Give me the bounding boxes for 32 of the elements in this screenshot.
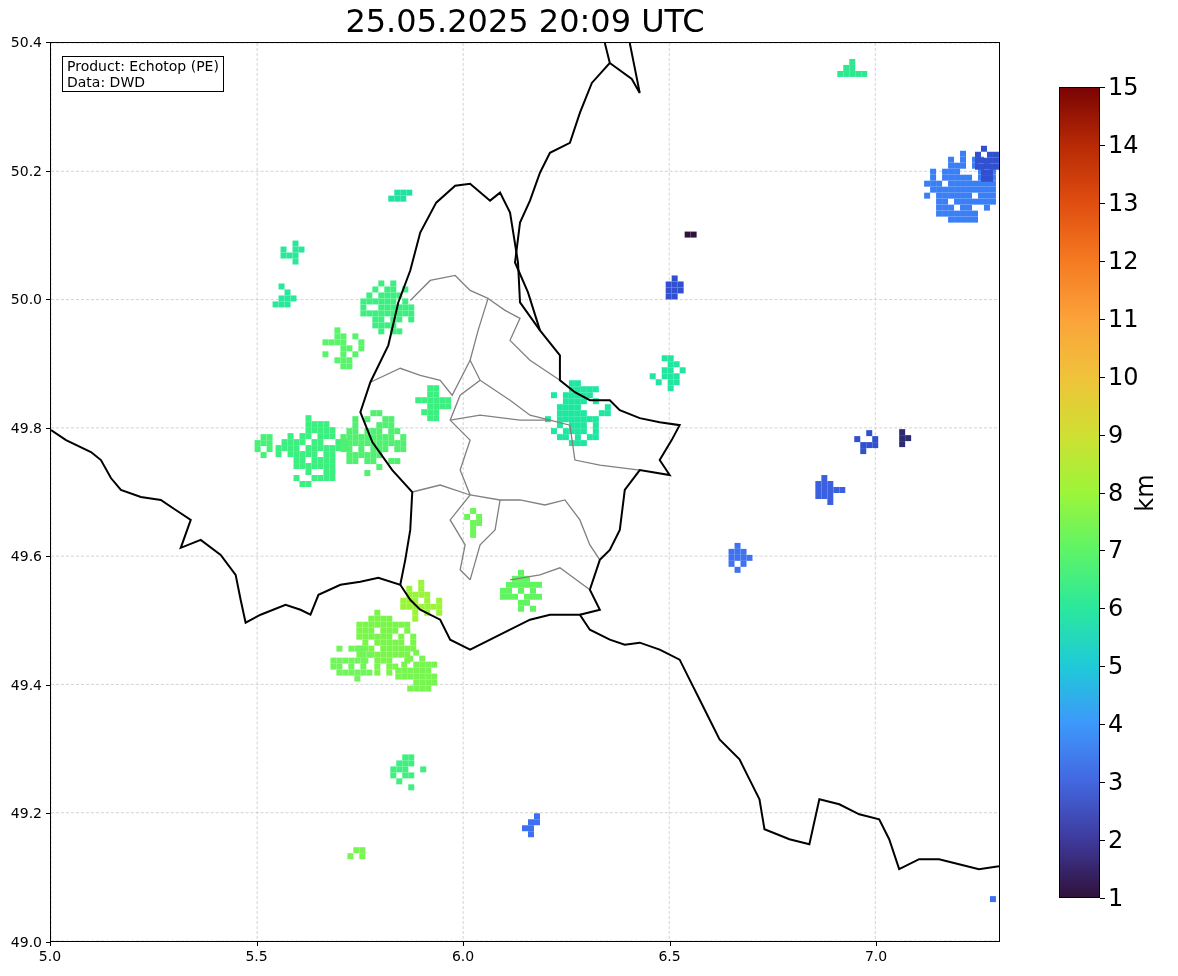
colorbar-tick-label: 3 <box>1108 769 1124 796</box>
colorbar-tick-label: 10 <box>1108 363 1139 390</box>
colorbar-tick-label: 2 <box>1108 827 1124 854</box>
colorbar-tick-label: 15 <box>1108 74 1139 100</box>
colorbar-label: km <box>1132 473 1158 512</box>
colorbar-tick-label: 11 <box>1108 305 1139 332</box>
y-tick-label: 50.0 <box>10 291 42 308</box>
y-tick-label: 49.2 <box>10 805 42 822</box>
y-tick-label: 49.0 <box>10 934 42 950</box>
colorbar-tick-label: 1 <box>1108 885 1124 911</box>
info-text: Data: DWD <box>67 74 146 90</box>
colorbar-tick-label: 7 <box>1108 537 1124 564</box>
x-tick-label: 6.0 <box>451 948 475 964</box>
colorbar-tick-label: 6 <box>1108 595 1124 622</box>
y-tick-label: 50.4 <box>10 34 42 50</box>
y-tick-label: 49.6 <box>10 548 42 565</box>
colorbar-tick-label: 14 <box>1108 131 1139 158</box>
colorbar-tick-label: 13 <box>1108 189 1139 216</box>
y-tick-label: 49.8 <box>10 419 42 436</box>
colorbar-tick-label: 8 <box>1108 479 1124 506</box>
x-tick-label: 5.0 <box>38 948 62 964</box>
y-tick-label: 49.4 <box>10 676 42 693</box>
x-tick-label: 6.5 <box>658 948 681 964</box>
x-tick-label: 7.0 <box>864 948 888 964</box>
chart-title: 25.05.2025 20:09 UTC <box>345 1 705 41</box>
colorbar-tick-label: 12 <box>1108 247 1139 274</box>
colorbar-tick-label: 4 <box>1108 711 1124 738</box>
x-tick-label: 5.5 <box>245 948 268 964</box>
info-text: Product: Echotop (PE) <box>67 58 219 74</box>
colorbar-tick-label: 5 <box>1108 653 1124 680</box>
y-tick-label: 50.2 <box>10 162 42 179</box>
colorbar-tick-label: 9 <box>1108 421 1124 448</box>
